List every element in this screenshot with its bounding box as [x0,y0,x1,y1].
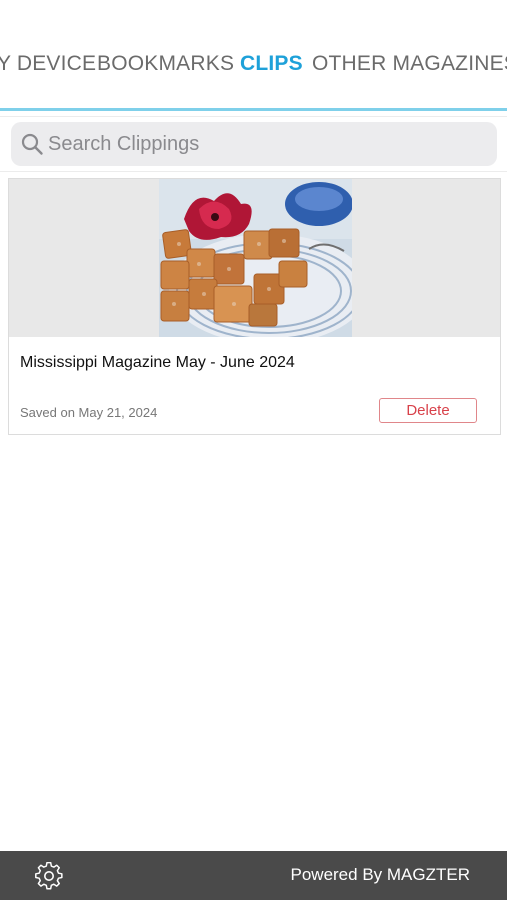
tab-my-device[interactable]: Y DEVICE [0,52,96,76]
tab-bookmarks[interactable]: BOOKMARKS [97,52,234,76]
food-photo [159,179,352,337]
footer-bar: Powered By MAGZTER [0,851,507,900]
clip-thumbnail-food[interactable] [159,179,352,337]
clip-card[interactable]: Mississippi Magazine May - June 2024 Sav… [8,178,501,435]
gear-icon[interactable] [35,862,63,890]
divider [0,116,507,117]
search-input[interactable] [48,122,488,166]
clip-title[interactable]: Mississippi Magazine May - June 2024 [20,354,295,372]
delete-button[interactable]: Delete [379,398,477,423]
clip-image-area [9,179,500,337]
tab-underline [0,108,507,111]
clip-saved-date: Saved on May 21, 2024 [20,405,158,420]
tab-other-magazines[interactable]: OTHER MAGAZINES [312,52,507,76]
powered-by-label: Powered By MAGZTER [290,865,471,884]
search-bar[interactable] [11,122,497,166]
search-icon [21,133,43,155]
tab-clips[interactable]: CLIPS [240,52,303,76]
divider [0,171,507,172]
tab-bar: Y DEVICE BOOKMARKS CLIPS OTHER MAGAZINES [0,0,507,112]
